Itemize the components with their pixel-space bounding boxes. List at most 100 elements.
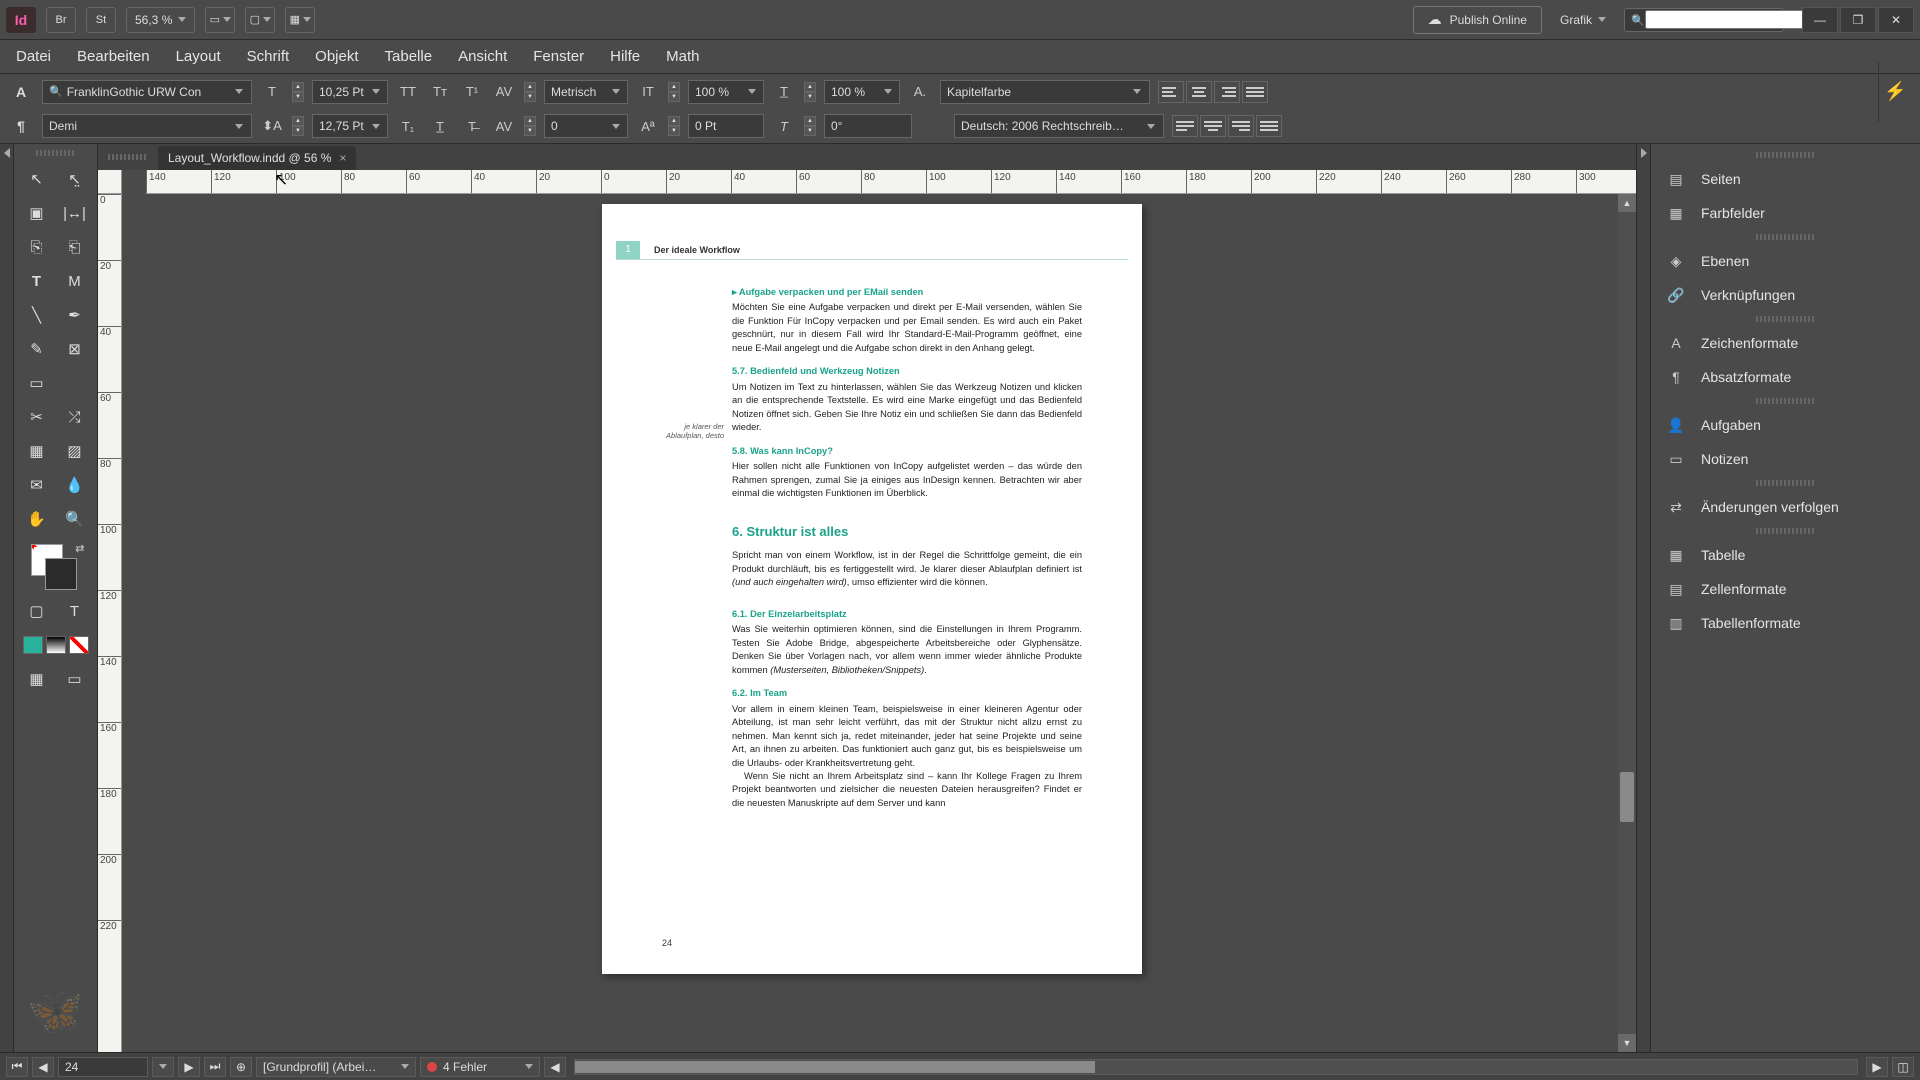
pencil-tool[interactable]: ✎ [20, 334, 54, 364]
canvas[interactable]: 1 Der ideale Workflow je klarer der Abla… [122, 194, 1618, 1052]
close-button[interactable]: ✕ [1878, 7, 1914, 33]
kerning-field[interactable] [544, 80, 628, 104]
body-text-frame[interactable]: Aufgabe verpacken und per EMail senden M… [732, 276, 1082, 810]
menu-math[interactable]: Math [654, 42, 711, 71]
panel-aufgaben[interactable]: 👤Aufgaben [1651, 408, 1920, 442]
font-family-value[interactable] [67, 85, 230, 99]
fill-stroke-swatch[interactable]: ⇄ [31, 544, 81, 592]
panel-verknuepfungen[interactable]: 🔗Verknüpfungen [1651, 278, 1920, 312]
tracking-stepper[interactable]: ▲▼ [524, 116, 536, 136]
panel-farbfelder[interactable]: ▦Farbfelder [1651, 196, 1920, 230]
superscript-icon[interactable]: T¹ [460, 80, 484, 104]
leading-stepper[interactable]: ▲▼ [292, 116, 304, 136]
baseline-field[interactable] [688, 114, 764, 138]
menu-datei[interactable]: Datei [4, 42, 63, 71]
allcaps-icon[interactable]: TT [396, 80, 420, 104]
preflight-profile-dropdown[interactable]: [Grundprofil] (Arbei… [256, 1057, 416, 1077]
page-field[interactable]: 24 [58, 1057, 148, 1077]
subscript-icon[interactable]: T₁ [396, 114, 420, 138]
open-panel-button[interactable]: ⊕ [230, 1057, 252, 1077]
underline-icon[interactable]: T̲ [428, 114, 452, 138]
menu-schrift[interactable]: Schrift [235, 42, 302, 71]
search-field[interactable] [1645, 10, 1826, 29]
hscroll-right-button[interactable]: ▶ [1866, 1057, 1888, 1077]
page-tool[interactable]: ▣ [20, 198, 54, 228]
zoom-tool[interactable]: 🔍 [58, 504, 92, 534]
font-size-stepper[interactable]: ▲▼ [292, 82, 304, 102]
story-editor-button[interactable]: St [86, 7, 116, 33]
justify-center-button[interactable] [1200, 115, 1226, 137]
zoom-level-dropdown[interactable]: 56,3 % [126, 7, 195, 33]
selection-tool[interactable]: ↖ [20, 164, 54, 194]
panel-aenderungen[interactable]: ⇄Änderungen verfolgen [1651, 490, 1920, 524]
align-center-button[interactable] [1186, 81, 1212, 103]
font-family-dropdown[interactable]: 🔍 [42, 80, 252, 104]
hscale-field[interactable] [824, 80, 900, 104]
normal-view-icon[interactable]: ▦ [20, 664, 54, 694]
split-view-button[interactable]: ◫ [1892, 1057, 1914, 1077]
skew-stepper[interactable]: ▲▼ [804, 116, 816, 136]
first-page-button[interactable]: ⏮ [6, 1057, 28, 1077]
free-transform-tool[interactable]: ⤮ [58, 402, 92, 432]
align-justify-button[interactable] [1242, 81, 1268, 103]
bridge-button[interactable]: Br [46, 7, 76, 33]
page-dropdown-button[interactable] [152, 1057, 174, 1077]
view-options-button[interactable]: ▭ [205, 7, 235, 33]
vertical-ruler[interactable]: 020406080100120140160180200220 [98, 194, 122, 1052]
apply-color-icon[interactable] [23, 636, 43, 654]
hscroll-left-button[interactable]: ◀ [544, 1057, 566, 1077]
vscale-field[interactable] [688, 80, 764, 104]
character-mode-icon[interactable]: A [8, 79, 34, 105]
tracking-field[interactable] [544, 114, 628, 138]
next-page-button[interactable]: ▶ [178, 1057, 200, 1077]
justify-right-button[interactable] [1228, 115, 1254, 137]
panel-tabellenformate[interactable]: ▥Tabellenformate [1651, 606, 1920, 640]
align-left-button[interactable] [1158, 81, 1184, 103]
screen-mode-button[interactable]: ▢ [245, 7, 275, 33]
rectangle-tool[interactable]: ▭ [20, 368, 54, 398]
close-tab-icon[interactable]: × [339, 151, 346, 165]
justify-left-button[interactable] [1172, 115, 1198, 137]
gradient-swatch-tool[interactable]: ▦ [20, 436, 54, 466]
stroke-swatch-icon[interactable] [45, 558, 77, 590]
prev-page-button[interactable]: ◀ [32, 1057, 54, 1077]
tab-grip-icon[interactable] [108, 154, 148, 160]
panel-zellenformate[interactable]: ▤Zellenformate [1651, 572, 1920, 606]
vscale-stepper[interactable]: ▲▼ [668, 82, 680, 102]
apply-gradient-icon[interactable] [46, 636, 66, 654]
arrange-docs-button[interactable]: ▦ [285, 7, 315, 33]
apply-none-icon[interactable] [69, 636, 89, 654]
language-dropdown[interactable] [954, 114, 1164, 138]
rectangle-frame-tool[interactable]: ⊠ [58, 334, 92, 364]
font-style-dropdown[interactable] [42, 114, 252, 138]
page-spread[interactable]: 1 Der ideale Workflow je klarer der Abla… [602, 204, 1142, 974]
panel-seiten[interactable]: ▤Seiten [1651, 162, 1920, 196]
skew-field[interactable] [824, 114, 912, 138]
menu-ansicht[interactable]: Ansicht [446, 42, 519, 71]
document-tab[interactable]: Layout_Workflow.indd @ 56 % × [158, 146, 356, 170]
line-tool[interactable]: ╲ [20, 300, 54, 330]
type-on-path-tool[interactable]: M [58, 266, 92, 296]
gap-tool[interactable]: |↔| [58, 198, 92, 228]
horizontal-ruler[interactable]: ↖ 14012010080604020020406080100120140160… [146, 170, 1636, 194]
note-tool[interactable]: ✉ [20, 470, 54, 500]
menu-hilfe[interactable]: Hilfe [598, 42, 652, 71]
hscroll-thumb[interactable] [575, 1061, 1095, 1073]
preview-view-icon[interactable]: ▭ [58, 664, 92, 694]
panel-ebenen[interactable]: ◈Ebenen [1651, 244, 1920, 278]
strikethrough-icon[interactable]: T̶ [460, 114, 484, 138]
panel-zeichenformate[interactable]: AZeichenformate [1651, 326, 1920, 360]
hscale-stepper[interactable]: ▲▼ [804, 82, 816, 102]
swap-fill-stroke-icon[interactable]: ⇄ [75, 542, 84, 555]
content-collector-tool[interactable]: ⎘ [20, 232, 54, 262]
maximize-button[interactable]: ❐ [1840, 7, 1876, 33]
gradient-feather-tool[interactable]: ▨ [58, 436, 92, 466]
help-search-input[interactable] [1624, 8, 1784, 32]
kerning-stepper[interactable]: ▲▼ [524, 82, 536, 102]
align-right-button[interactable] [1214, 81, 1240, 103]
char-style-dropdown[interactable] [940, 80, 1150, 104]
hand-tool[interactable]: ✋ [20, 504, 54, 534]
leading-field[interactable] [312, 114, 388, 138]
vertical-scrollbar[interactable]: ▲ ▼ [1618, 194, 1636, 1052]
panel-grip-icon[interactable] [1756, 152, 1816, 158]
